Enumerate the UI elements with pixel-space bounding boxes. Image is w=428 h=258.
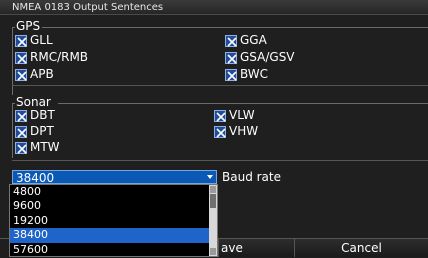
checkbox-vlw[interactable]: VLW	[214, 108, 255, 123]
section-divider	[12, 160, 428, 161]
checkbox-checked-icon	[15, 34, 27, 47]
checkbox-gga[interactable]: GGA	[225, 33, 267, 48]
checkbox-checked-icon	[225, 68, 237, 81]
chevron-down-icon	[207, 175, 213, 179]
checkbox-checked-icon	[15, 51, 27, 64]
baud-rate-value: 38400	[16, 171, 55, 185]
checkbox-mtw[interactable]: MTW	[15, 140, 60, 155]
checkbox-label: GSA/GSV	[240, 50, 295, 64]
checkbox-checked-icon	[15, 141, 27, 154]
cancel-button[interactable]: Cancel	[294, 239, 428, 257]
checkbox-rmc-rmb[interactable]: RMC/RMB	[15, 50, 88, 65]
checkbox-checked-icon	[15, 125, 27, 138]
sonar-group-border	[58, 103, 428, 104]
checkbox-label: GGA	[240, 33, 267, 47]
checkbox-checked-icon	[214, 109, 226, 122]
baud-rate-select[interactable]: 38400	[12, 170, 217, 185]
scroll-up-icon[interactable]	[210, 186, 216, 193]
checkbox-label: APB	[30, 67, 54, 81]
checkbox-dbt[interactable]: DBT	[15, 108, 55, 123]
checkbox-label: BWC	[240, 67, 269, 81]
dropdown-scrollbar[interactable]	[209, 185, 217, 256]
checkbox-gll[interactable]: GLL	[15, 33, 53, 48]
checkbox-label: MTW	[30, 140, 60, 154]
checkbox-label: RMC/RMB	[30, 50, 89, 64]
checkbox-apb[interactable]: APB	[15, 67, 54, 82]
checkbox-checked-icon	[225, 34, 237, 47]
checkbox-vhw[interactable]: VHW	[214, 124, 258, 139]
checkbox-label: DPT	[30, 124, 54, 138]
checkbox-gsa-gsv[interactable]: GSA/GSV	[225, 50, 295, 65]
checkbox-checked-icon	[15, 109, 27, 122]
baud-option-9600[interactable]: 9600	[10, 199, 209, 213]
checkbox-bwc[interactable]: BWC	[225, 67, 268, 82]
checkbox-label: GLL	[30, 33, 53, 47]
baud-option-38400[interactable]: 38400	[10, 228, 209, 243]
checkbox-checked-icon	[225, 51, 237, 64]
sonar-group-title: Sonar	[15, 95, 52, 109]
baud-rate-label: Baud rate	[222, 170, 281, 184]
scrollbar-thumb[interactable]	[210, 194, 216, 208]
baud-rate-dropdown: 4800 9600 19200 38400 57600	[9, 184, 218, 257]
checkbox-checked-icon	[15, 68, 27, 81]
checkbox-label: DBT	[30, 108, 55, 122]
gps-group-border	[42, 27, 428, 28]
save-button[interactable]: ave	[218, 239, 294, 257]
scroll-down-icon[interactable]	[210, 248, 216, 255]
gps-group-title: GPS	[15, 19, 42, 33]
section-divider	[12, 85, 428, 86]
checkbox-dpt[interactable]: DPT	[15, 124, 54, 139]
checkbox-checked-icon	[214, 125, 226, 138]
sonar-group-border	[12, 103, 13, 158]
baud-option-19200[interactable]: 19200	[10, 214, 209, 228]
baud-option-4800[interactable]: 4800	[10, 185, 209, 199]
window-title: NMEA 0183 Output Sentences	[0, 0, 428, 15]
checkbox-label: VHW	[229, 124, 259, 138]
baud-option-57600[interactable]: 57600	[10, 243, 209, 257]
checkbox-label: VLW	[229, 108, 255, 122]
